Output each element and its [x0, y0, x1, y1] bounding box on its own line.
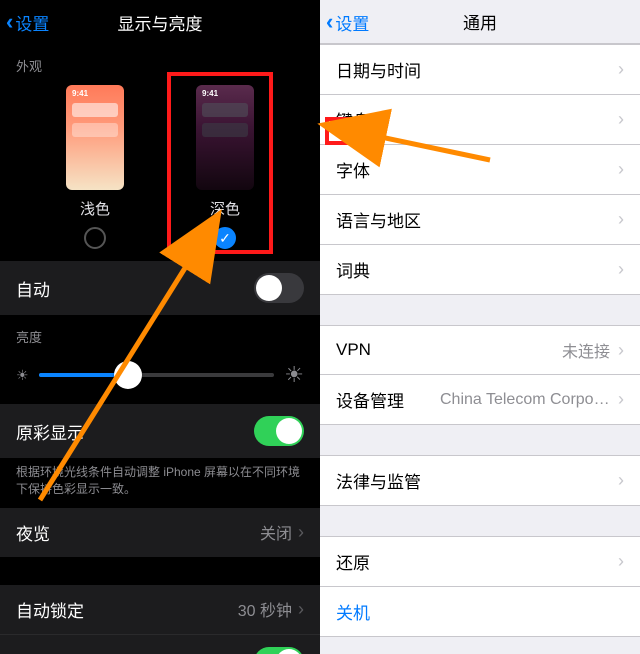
appearance-option-light[interactable]: 9:41 浅色	[66, 85, 124, 249]
chevron-right-icon: ›	[618, 59, 624, 80]
back-button[interactable]: ‹ 设置	[6, 0, 49, 44]
brightness-slider-row: ☀︎ ☀︎	[0, 352, 320, 404]
night-shift-row[interactable]: 夜览 关闭›	[0, 508, 320, 557]
chevron-right-icon: ›	[618, 340, 624, 361]
chevron-right-icon: ›	[618, 389, 624, 410]
vpn-row[interactable]: VPN 未连接 ›	[320, 325, 640, 375]
night-shift-label: 夜览	[16, 520, 50, 545]
sun-large-icon: ☀︎	[284, 362, 304, 388]
chevron-right-icon: ›	[618, 259, 624, 280]
keyboard-row[interactable]: 键盘›	[320, 95, 640, 145]
appearance-section-label: 外观	[0, 44, 320, 81]
header: ‹ 设置 显示与亮度	[0, 0, 320, 44]
legal-row[interactable]: 法律与监管›	[320, 455, 640, 506]
dark-radio[interactable]: ✓	[214, 227, 236, 249]
auto-row: 自动	[0, 261, 320, 315]
auto-switch[interactable]	[254, 273, 304, 303]
chevron-left-icon: ‹	[326, 11, 333, 33]
dictionary-row[interactable]: 词典›	[320, 245, 640, 295]
display-brightness-pane: ‹ 设置 显示与亮度 外观 9:41 浅色 9:41 深色 ✓	[0, 0, 320, 654]
chevron-right-icon: ›	[618, 159, 624, 180]
chevron-right-icon: ›	[298, 522, 304, 543]
light-radio[interactable]	[84, 227, 106, 249]
chevron-right-icon: ›	[618, 551, 624, 572]
light-thumbnail: 9:41	[66, 85, 124, 190]
language-region-row[interactable]: 语言与地区›	[320, 195, 640, 245]
chevron-right-icon: ›	[298, 599, 304, 620]
general-pane: ‹ 设置 通用 日期与时间› 键盘› 字体› 语言与地区› 词典› VPN 未连…	[320, 0, 640, 654]
raise-to-wake-label: 抬起唤醒	[16, 649, 84, 654]
back-label: 设置	[335, 10, 369, 35]
auto-lock-row[interactable]: 自动锁定 30 秒钟›	[0, 585, 320, 634]
auto-lock-label: 自动锁定	[16, 597, 84, 622]
true-tone-switch[interactable]	[254, 416, 304, 446]
true-tone-row: 原彩显示	[0, 404, 320, 458]
date-time-row[interactable]: 日期与时间›	[320, 44, 640, 95]
device-management-row[interactable]: 设备管理 China Telecom Corporation Limite...…	[320, 375, 640, 425]
dark-thumbnail: 9:41	[196, 85, 254, 190]
dark-label: 深色	[210, 198, 240, 219]
header: ‹ 设置 通用	[320, 0, 640, 44]
true-tone-note: 根据环境光线条件自动调整 iPhone 屏幕以在不同环境下保持色彩显示一致。	[0, 458, 320, 508]
chevron-right-icon: ›	[618, 470, 624, 491]
raise-to-wake-switch[interactable]	[254, 647, 304, 654]
raise-to-wake-row: 抬起唤醒	[0, 634, 320, 654]
back-button[interactable]: ‹ 设置	[326, 0, 369, 44]
auto-label: 自动	[16, 276, 50, 301]
chevron-left-icon: ‹	[6, 11, 13, 33]
appearance-option-dark[interactable]: 9:41 深色 ✓	[196, 85, 254, 249]
brightness-section-label: 亮度	[0, 315, 320, 352]
page-title: 通用	[463, 9, 497, 34]
chevron-right-icon: ›	[618, 209, 624, 230]
sun-small-icon: ☀︎	[16, 367, 29, 384]
page-title: 显示与亮度	[118, 10, 203, 35]
back-label: 设置	[15, 10, 49, 35]
reset-row[interactable]: 还原›	[320, 536, 640, 587]
appearance-picker: 9:41 浅色 9:41 深色 ✓	[0, 81, 320, 261]
chevron-right-icon: ›	[618, 109, 624, 130]
brightness-slider[interactable]	[39, 373, 275, 377]
fonts-row[interactable]: 字体›	[320, 145, 640, 195]
true-tone-label: 原彩显示	[16, 419, 84, 444]
light-label: 浅色	[80, 198, 110, 219]
shutdown-row[interactable]: 关机	[320, 587, 640, 637]
